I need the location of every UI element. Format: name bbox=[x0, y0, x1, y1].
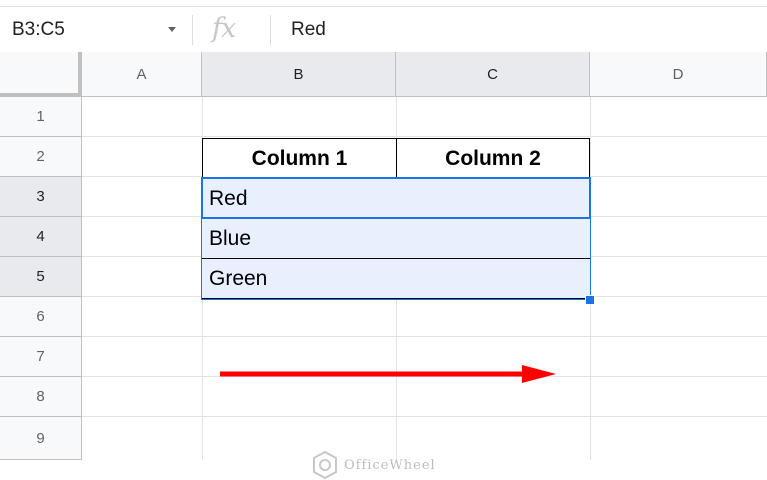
cell-b4-merged[interactable]: Blue bbox=[202, 219, 590, 258]
cell-b3-merged[interactable]: Red bbox=[202, 179, 590, 218]
row-header-4[interactable]: 4 bbox=[0, 217, 82, 257]
row-header-2[interactable]: 2 bbox=[0, 137, 82, 177]
column-header-a[interactable]: A bbox=[82, 52, 202, 97]
grid-line bbox=[590, 97, 591, 460]
name-box-value: B3:C5 bbox=[12, 18, 65, 40]
cell-b2-header[interactable]: Column 1 bbox=[202, 138, 397, 179]
formula-input[interactable]: Red bbox=[291, 19, 326, 41]
select-all-corner[interactable] bbox=[0, 52, 82, 97]
row-header-9[interactable]: 9 bbox=[0, 417, 82, 460]
fx-icon: fx bbox=[212, 13, 236, 44]
row-border bbox=[202, 298, 590, 299]
grid-line bbox=[82, 336, 767, 337]
dropdown-caret-icon[interactable] bbox=[168, 27, 176, 32]
column-header-c[interactable]: C bbox=[396, 52, 590, 97]
grid-line bbox=[82, 416, 767, 417]
row-header-8[interactable]: 8 bbox=[0, 377, 82, 417]
row-header-5[interactable]: 5 bbox=[0, 257, 82, 297]
row-header-1[interactable]: 1 bbox=[0, 97, 82, 137]
spreadsheet-grid: A B C D 1 2 3 4 5 6 7 8 9 Column 1 Colum… bbox=[0, 52, 767, 480]
divider bbox=[270, 15, 271, 45]
cell-b5-merged[interactable]: Green bbox=[202, 259, 590, 298]
fill-handle[interactable] bbox=[585, 295, 595, 305]
grid-line bbox=[82, 136, 767, 137]
watermark: OfficeWheel bbox=[310, 450, 436, 480]
red-arrow-icon bbox=[220, 365, 556, 383]
row-header-3[interactable]: 3 bbox=[0, 177, 82, 217]
column-header-d[interactable]: D bbox=[590, 52, 767, 97]
column-header-b[interactable]: B bbox=[202, 52, 396, 97]
formula-bar: B3:C5 fx Red bbox=[0, 6, 767, 53]
divider bbox=[192, 15, 193, 45]
name-box[interactable]: B3:C5 bbox=[0, 7, 192, 52]
cell-c2-header[interactable]: Column 2 bbox=[396, 138, 590, 179]
officewheel-logo-icon bbox=[313, 450, 337, 480]
row-header-6[interactable]: 6 bbox=[0, 297, 82, 337]
row-header-7[interactable]: 7 bbox=[0, 337, 82, 377]
